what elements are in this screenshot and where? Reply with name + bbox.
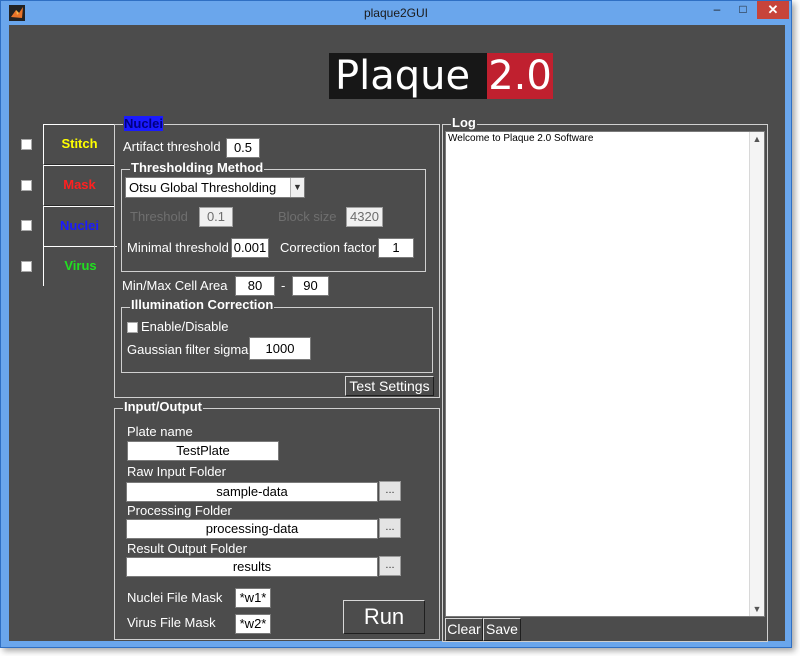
artifact-threshold-label: Artifact threshold (123, 139, 221, 154)
virus-file-mask-input[interactable]: *w2* (235, 614, 271, 634)
tab-mask[interactable]: Mask (43, 165, 115, 206)
illumination-enable-checkbox[interactable] (127, 322, 138, 333)
tab-mask-label: Mask (63, 177, 96, 192)
raw-input-label: Raw Input Folder (127, 464, 226, 479)
nuclei-panel-title-text: Nuclei (124, 116, 164, 131)
threshold-label: Threshold (130, 209, 188, 224)
tab-virus[interactable]: Virus (43, 246, 117, 286)
io-panel-title: Input/Output (123, 399, 203, 414)
raw-input-field[interactable]: sample-data (126, 482, 378, 502)
tab-nuclei[interactable]: Nuclei (43, 206, 115, 247)
cell-area-separator: - (281, 278, 286, 293)
result-folder-label: Result Output Folder (127, 541, 247, 556)
plaque-logo: Plaque 2.0 (329, 53, 553, 99)
processing-folder-field[interactable]: processing-data (126, 519, 378, 539)
gaussian-sigma-label: Gaussian filter sigma (127, 342, 249, 357)
tab-nuclei-label: Nuclei (59, 218, 99, 233)
app-window: plaque2GUI – □ ✕ Plaque 2.0 Stitch Mask … (0, 0, 792, 648)
scroll-down-icon[interactable]: ▼ (750, 604, 764, 614)
block-size-label: Block size (278, 209, 337, 224)
log-textarea[interactable]: Welcome to Plaque 2.0 Software ▲ ▼ (445, 131, 765, 617)
log-message: Welcome to Plaque 2.0 Software (448, 133, 594, 144)
tab-stitch-label: Stitch (61, 136, 98, 151)
correction-factor-label: Correction factor (280, 240, 377, 255)
thresholding-method-select[interactable]: Otsu Global Thresholding ▼ (125, 177, 305, 198)
clear-log-button[interactable]: Clear (445, 618, 483, 641)
processing-folder-label: Processing Folder (127, 503, 232, 518)
threshold-input: 0.1 (199, 207, 233, 227)
mask-checkbox[interactable] (21, 180, 32, 191)
result-folder-field[interactable]: results (126, 557, 378, 577)
virus-file-mask-label: Virus File Mask (127, 615, 216, 630)
plate-name-input[interactable]: TestPlate (127, 441, 279, 461)
nuclei-file-mask-input[interactable]: *w1* (235, 588, 271, 608)
thresholding-panel-title: Thresholding Method (130, 160, 265, 175)
minimal-threshold-label: Minimal threshold (127, 240, 229, 255)
scroll-up-icon[interactable]: ▲ (750, 134, 764, 144)
illumination-enable-label: Enable/Disable (141, 319, 229, 334)
minimal-threshold-input[interactable]: 0.001 (231, 238, 269, 258)
log-scrollbar[interactable]: ▲ ▼ (749, 132, 764, 616)
client-area: Plaque 2.0 Stitch Mask Nuclei Virus Nucl… (9, 25, 785, 642)
title-bar[interactable]: plaque2GUI – □ ✕ (1, 1, 791, 25)
plate-name-label: Plate name (127, 424, 193, 439)
logo-version: 2.0 (487, 53, 553, 99)
cell-area-label: Min/Max Cell Area (122, 278, 228, 293)
nuclei-panel-title: Nuclei (123, 116, 165, 131)
illumination-panel-title: Illumination Correction (130, 297, 275, 312)
close-button[interactable]: ✕ (757, 1, 789, 19)
minimize-button[interactable]: – (705, 1, 729, 19)
block-size-input: 4320 (346, 207, 383, 227)
log-panel-title: Log (451, 115, 477, 130)
maximize-button[interactable]: □ (731, 1, 755, 19)
tab-stitch[interactable]: Stitch (43, 124, 115, 165)
chevron-down-icon[interactable]: ▼ (290, 178, 304, 197)
result-folder-browse-button[interactable]: ... (379, 556, 401, 576)
gaussian-sigma-input[interactable]: 1000 (249, 337, 311, 360)
logo-word: Plaque (335, 53, 471, 99)
processing-folder-browse-button[interactable]: ... (379, 518, 401, 538)
virus-checkbox[interactable] (21, 261, 32, 272)
test-settings-button[interactable]: Test Settings (345, 376, 434, 396)
correction-factor-input[interactable]: 1 (378, 238, 414, 258)
save-log-button[interactable]: Save (483, 618, 521, 641)
window-title: plaque2GUI (363, 6, 429, 20)
nuclei-file-mask-label: Nuclei File Mask (127, 590, 223, 605)
cell-area-max-input[interactable]: 90 (292, 276, 329, 296)
cell-area-min-input[interactable]: 80 (235, 276, 275, 296)
stitch-checkbox[interactable] (21, 139, 32, 150)
artifact-threshold-input[interactable]: 0.5 (226, 138, 260, 158)
run-button[interactable]: Run (343, 600, 425, 634)
raw-input-browse-button[interactable]: ... (379, 481, 401, 501)
nuclei-checkbox[interactable] (21, 220, 32, 231)
tab-virus-label: Virus (64, 258, 97, 273)
thresholding-method-value: Otsu Global Thresholding (129, 180, 277, 195)
